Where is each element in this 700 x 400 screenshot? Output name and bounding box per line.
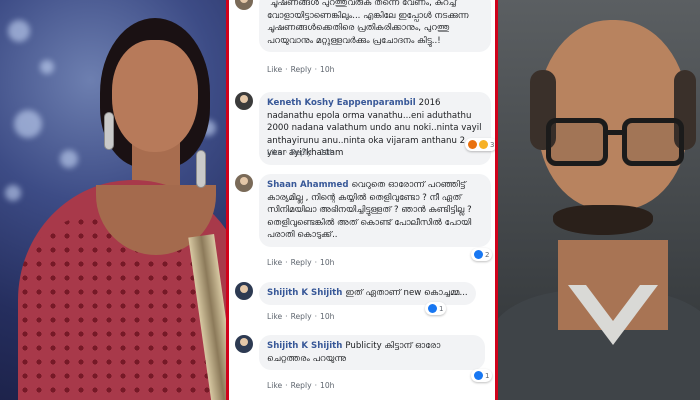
comment-bubble: Shaan Ahammed വെറുതെ ഓരോന്ന് പറഞ്ഞിട്ട് ക…	[259, 174, 491, 247]
left-portrait-photo	[0, 0, 226, 400]
like-link[interactable]: Like	[267, 381, 282, 390]
like-reaction-icon	[474, 250, 483, 259]
comment-author[interactable]: Shijith K Shijith	[267, 288, 342, 298]
reply-link[interactable]: Reply	[291, 148, 312, 157]
comment-time[interactable]: 10h	[320, 148, 334, 157]
like-link[interactable]: Like	[267, 148, 282, 157]
comment-bubble: ചൂഷണങ്ങൾ പുറത്തുവരുക തന്നെ വേണം, കുറച്ച്…	[259, 0, 491, 52]
comment-bubble: Shijith K Shijith Publicity കിട്ടാന് ഓരോ …	[259, 335, 485, 370]
comment-author[interactable]: Shijith K Shijith	[267, 341, 342, 351]
comment-author[interactable]: Shaan Ahammed	[267, 180, 348, 190]
reaction-summary[interactable]: 1	[471, 369, 493, 382]
haha-reaction-icon	[479, 140, 488, 149]
commenter-avatar[interactable]	[235, 282, 253, 300]
reaction-summary[interactable]: 2	[471, 248, 493, 261]
like-link[interactable]: Like	[267, 258, 282, 267]
comment-time[interactable]: 10h	[320, 312, 334, 321]
commenter-avatar[interactable]	[235, 92, 253, 110]
reply-link[interactable]: Reply	[291, 381, 312, 390]
facebook-comments-panel: ചൂഷണങ്ങൾ പുറത്തുവരുക തന്നെ വേണം, കുറച്ച്…	[226, 0, 498, 400]
reply-link[interactable]: Reply	[291, 258, 312, 267]
reaction-count: 3	[490, 140, 495, 149]
comment-bubble: Shijith K Shijith ഇത് ഏതാണ് new കൊച്ചമ്മ.…	[259, 282, 476, 305]
like-reaction-icon	[474, 371, 483, 380]
comment-text: ചൂഷണങ്ങൾ പുറത്തുവരുക തന്നെ വേണം, കുറച്ച്…	[267, 0, 469, 46]
reaction-summary[interactable]: 3	[465, 138, 495, 151]
reaction-summary[interactable]: 1	[425, 302, 447, 315]
comment-time[interactable]: 10h	[320, 258, 334, 267]
reaction-count: 1	[439, 304, 444, 313]
like-link[interactable]: Like	[267, 65, 282, 74]
comment-actions: Like · Reply · 10h	[267, 65, 335, 74]
comment-author[interactable]: Keneth Koshy Eappenparambil	[267, 98, 416, 108]
reaction-count: 2	[485, 250, 490, 259]
comment-time[interactable]: 10h	[320, 65, 334, 74]
like-reaction-icon	[428, 304, 437, 313]
angry-reaction-icon	[468, 140, 477, 149]
reply-link[interactable]: Reply	[291, 65, 312, 74]
reply-link[interactable]: Reply	[291, 312, 312, 321]
commenter-avatar[interactable]	[235, 174, 253, 192]
reaction-count: 1	[485, 371, 490, 380]
like-link[interactable]: Like	[267, 312, 282, 321]
comment-text: ഇത് ഏതാണ് new കൊച്ചമ്മ...	[345, 288, 468, 298]
comment-actions: Like · Reply · 10h	[267, 312, 335, 321]
comment-actions: Like · Reply · 10h	[267, 258, 335, 267]
commenter-avatar[interactable]	[235, 335, 253, 353]
comment-actions: Like · Reply · 10h	[267, 381, 335, 390]
comment-time[interactable]: 10h	[320, 381, 334, 390]
comment-actions: Like · Reply · 10h	[267, 148, 335, 157]
commenter-avatar[interactable]	[235, 0, 253, 10]
right-portrait-photo	[498, 0, 700, 400]
